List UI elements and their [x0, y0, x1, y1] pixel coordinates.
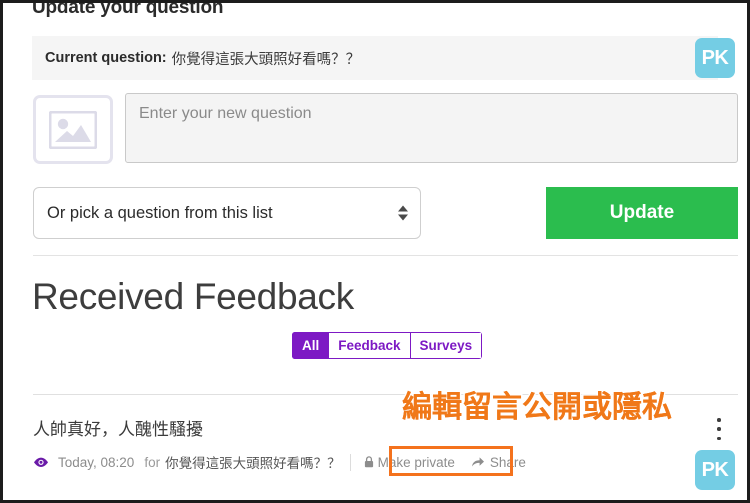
- make-private-label: Make private: [377, 454, 455, 470]
- page-title: Update your question: [32, 0, 224, 18]
- avatar: PK: [695, 38, 735, 78]
- feedback-item-text: 人帥真好，人醜性騷擾: [33, 420, 203, 440]
- feedback-filter-tabs: All Feedback Surveys: [292, 332, 483, 359]
- tab-feedback[interactable]: Feedback: [328, 332, 410, 359]
- eye-icon: [33, 457, 49, 468]
- current-question-label: Current question:: [45, 50, 167, 66]
- share-label: Share: [489, 454, 526, 470]
- section-heading: Received Feedback: [32, 276, 354, 317]
- current-question-bar: Current question: 你覺得這張大頭照好看嗎？？: [32, 36, 718, 80]
- image-placeholder-icon[interactable]: [33, 95, 113, 164]
- share-arrow-icon: [471, 456, 485, 468]
- section-divider: [33, 255, 738, 256]
- chevron-updown-icon: [398, 205, 408, 221]
- share-button[interactable]: Share: [471, 455, 526, 470]
- new-question-input[interactable]: [125, 93, 738, 163]
- feedback-for-label: for: [144, 454, 161, 470]
- question-select[interactable]: Or pick a question from this list: [33, 187, 421, 239]
- annotation-text: 編輯留言公開或隱私: [402, 390, 672, 425]
- tab-surveys[interactable]: Surveys: [409, 332, 483, 359]
- feedback-avatar: PK: [695, 450, 735, 490]
- kebab-menu-icon[interactable]: [711, 418, 727, 440]
- current-question-text: 你覺得這張大頭照好看嗎？？: [171, 51, 361, 68]
- meta-divider: [349, 453, 351, 471]
- question-select-value: Or pick a question from this list: [47, 203, 273, 222]
- app-frame: Update your question Current question: 你…: [0, 0, 750, 503]
- lock-icon: [364, 456, 374, 468]
- feedback-timestamp: Today, 08:20: [58, 454, 135, 470]
- make-private-button[interactable]: Make private: [360, 453, 459, 472]
- feedback-question: 你覺得這張大頭照好看嗎？？: [165, 456, 341, 472]
- tab-all[interactable]: All: [292, 332, 329, 359]
- update-button[interactable]: Update: [546, 187, 738, 239]
- feedback-item-meta: Today, 08:20 for 你覺得這張大頭照好看嗎？？ Make priv…: [33, 451, 526, 473]
